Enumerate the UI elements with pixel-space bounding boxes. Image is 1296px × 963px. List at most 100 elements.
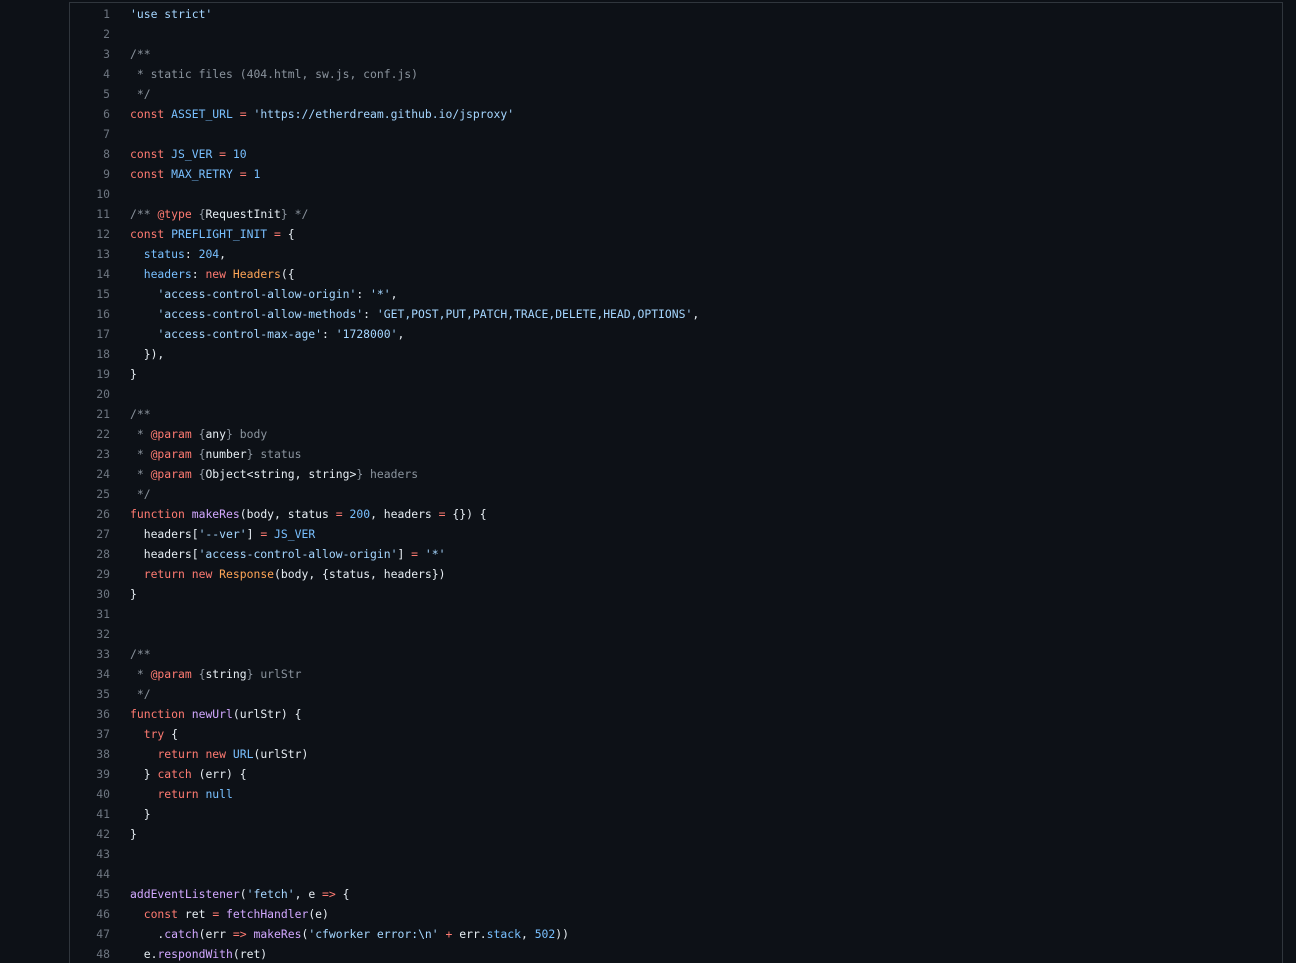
line-number[interactable]: 30	[70, 584, 110, 604]
line-number[interactable]: 23	[70, 444, 110, 464]
line-code: /**	[130, 44, 151, 64]
line-number[interactable]: 1	[70, 4, 110, 24]
code-token: const	[130, 227, 165, 241]
line-number[interactable]: 26	[70, 504, 110, 524]
line-number[interactable]: 3	[70, 44, 110, 64]
code-token: (ret)	[232, 947, 268, 961]
code-token: 'access-control-allow-methods'	[157, 307, 364, 321]
line-number[interactable]: 34	[70, 664, 110, 684]
code-token: headers[	[130, 547, 199, 561]
line-number[interactable]: 22	[70, 424, 110, 444]
line-number[interactable]: 21	[70, 404, 110, 424]
code-token: 'GET,POST,PUT,PATCH,TRACE,DELETE,HEAD,OP…	[376, 307, 693, 321]
line-number[interactable]: 11	[70, 204, 110, 224]
code-token: =	[219, 147, 227, 161]
line-number[interactable]: 27	[70, 524, 110, 544]
line-number[interactable]: 10	[70, 184, 110, 204]
code-token: fetchHandler	[226, 907, 309, 921]
line-number[interactable]: 2	[70, 24, 110, 44]
line-number[interactable]: 15	[70, 284, 110, 304]
code-line: 13 status: 204,	[70, 244, 1282, 264]
code-token: /**	[130, 207, 158, 221]
line-number[interactable]: 45	[70, 884, 110, 904]
line-number[interactable]: 12	[70, 224, 110, 244]
code-token: newUrl	[191, 707, 233, 721]
code-token: /**	[130, 47, 151, 61]
line-number[interactable]: 9	[70, 164, 110, 184]
code-token: ]	[246, 527, 261, 541]
code-token: =>	[232, 927, 247, 941]
line-code: const MAX_RETRY = 1	[130, 164, 260, 184]
line-number[interactable]: 29	[70, 564, 110, 584]
code-token: .	[130, 927, 165, 941]
code-token: , e	[294, 887, 323, 901]
code-token: {	[164, 727, 179, 741]
line-number[interactable]: 38	[70, 744, 110, 764]
line-number[interactable]: 44	[70, 864, 110, 884]
line-number[interactable]: 35	[70, 684, 110, 704]
code-token: return	[157, 787, 199, 801]
code-line: 45 addEventListener('fetch', e => {	[70, 884, 1282, 904]
line-number[interactable]: 28	[70, 544, 110, 564]
code-token: } status	[246, 447, 302, 461]
line-number[interactable]: 7	[70, 124, 110, 144]
line-number[interactable]: 13	[70, 244, 110, 264]
code-line: 7	[70, 124, 1282, 144]
code-token: {	[191, 427, 206, 441]
code-token: */	[130, 687, 151, 701]
code-token: {}) {	[445, 507, 487, 521]
line-code: * static files (404.html, sw.js, conf.js…	[130, 64, 418, 84]
line-number[interactable]: 19	[70, 364, 110, 384]
line-number[interactable]: 32	[70, 624, 110, 644]
code-token: ret	[178, 907, 213, 921]
line-number[interactable]: 33	[70, 644, 110, 664]
line-number[interactable]: 46	[70, 904, 110, 924]
line-number[interactable]: 41	[70, 804, 110, 824]
code-token: function	[130, 507, 185, 521]
code-token: function	[130, 707, 185, 721]
line-number[interactable]: 17	[70, 324, 110, 344]
code-token: ,	[520, 927, 535, 941]
code-line: 1 'use strict'	[70, 4, 1282, 24]
code-token: , headers	[370, 507, 439, 521]
line-number[interactable]: 14	[70, 264, 110, 284]
line-code: headers: new Headers({	[130, 264, 295, 284]
code-token: const	[143, 907, 179, 921]
line-number[interactable]: 47	[70, 924, 110, 944]
line-code: }),	[130, 344, 165, 364]
line-number[interactable]: 48	[70, 944, 110, 963]
line-number[interactable]: 18	[70, 344, 110, 364]
code-token: 'access-control-allow-origin'	[157, 287, 357, 301]
code-line: 15 'access-control-allow-origin': '*',	[70, 284, 1282, 304]
code-line: 4 * static files (404.html, sw.js, conf.…	[70, 64, 1282, 84]
code-token: ]	[397, 547, 412, 561]
line-number[interactable]: 24	[70, 464, 110, 484]
line-number[interactable]: 37	[70, 724, 110, 744]
line-number[interactable]: 6	[70, 104, 110, 124]
code-token: (e)	[308, 907, 329, 921]
line-number[interactable]: 5	[70, 84, 110, 104]
code-token: 502	[534, 927, 556, 941]
code-line: 47 .catch(err => makeRes('cfworker error…	[70, 924, 1282, 944]
line-number[interactable]: 43	[70, 844, 110, 864]
line-number[interactable]: 8	[70, 144, 110, 164]
code-line: 28 headers['access-control-allow-origin'…	[70, 544, 1282, 564]
line-number[interactable]: 40	[70, 784, 110, 804]
code-token: (urlStr) {	[232, 707, 302, 721]
code-token: =	[438, 507, 446, 521]
line-code: return null	[130, 784, 232, 804]
code-line: 34 * @param {string} urlStr	[70, 664, 1282, 684]
line-number[interactable]: 39	[70, 764, 110, 784]
line-number[interactable]: 16	[70, 304, 110, 324]
line-number[interactable]: 31	[70, 604, 110, 624]
line-number[interactable]: 42	[70, 824, 110, 844]
line-number[interactable]: 4	[70, 64, 110, 84]
line-number[interactable]: 36	[70, 704, 110, 724]
line-number[interactable]: 20	[70, 384, 110, 404]
code-token: '1728000'	[335, 327, 398, 341]
line-number[interactable]: 25	[70, 484, 110, 504]
